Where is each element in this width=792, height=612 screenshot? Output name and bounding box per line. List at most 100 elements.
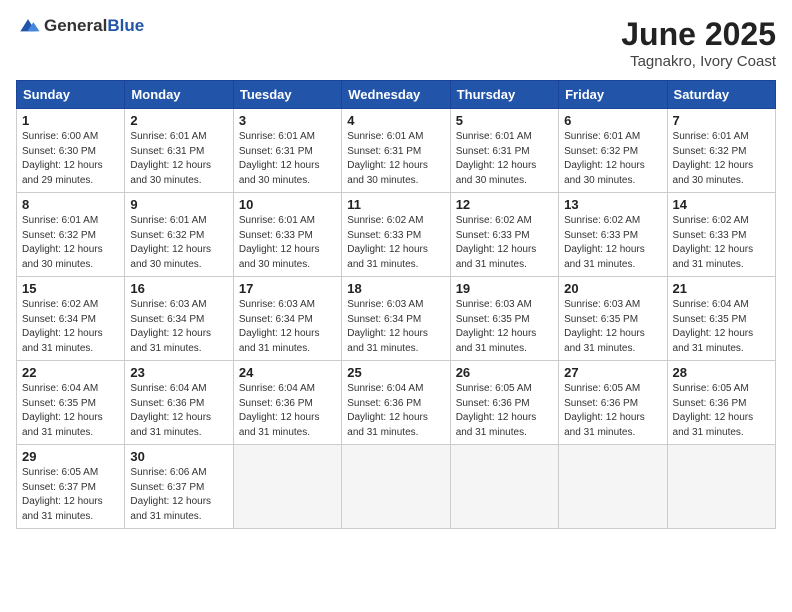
col-monday: Monday — [125, 81, 233, 109]
calendar-cell: 7 Sunrise: 6:01 AMSunset: 6:32 PMDaylight… — [667, 109, 775, 193]
day-info: Sunrise: 6:05 AMSunset: 6:37 PMDaylight:… — [22, 466, 119, 524]
calendar-cell: 8 Sunrise: 6:01 AMSunset: 6:32 PMDaylight… — [17, 193, 125, 277]
day-number: 16 — [130, 281, 227, 296]
calendar-row-1: 1 Sunrise: 6:00 AMSunset: 6:30 PMDaylight… — [17, 109, 776, 193]
day-info: Sunrise: 6:01 AMSunset: 6:32 PMDaylight:… — [673, 130, 770, 188]
day-number: 21 — [673, 281, 770, 296]
day-number: 20 — [564, 281, 661, 296]
calendar-cell: 25 Sunrise: 6:04 AMSunset: 6:36 PMDayligh… — [342, 361, 450, 445]
calendar-cell: 1 Sunrise: 6:00 AMSunset: 6:30 PMDaylight… — [17, 109, 125, 193]
day-number: 24 — [239, 365, 336, 380]
calendar-cell — [450, 445, 558, 529]
logo-blue: Blue — [107, 16, 144, 35]
day-info: Sunrise: 6:01 AMSunset: 6:31 PMDaylight:… — [239, 130, 336, 188]
calendar-cell — [342, 445, 450, 529]
day-info: Sunrise: 6:04 AMSunset: 6:36 PMDaylight:… — [239, 382, 336, 440]
day-info: Sunrise: 6:02 AMSunset: 6:34 PMDaylight:… — [22, 298, 119, 356]
calendar-cell: 28 Sunrise: 6:05 AMSunset: 6:36 PMDayligh… — [667, 361, 775, 445]
day-number: 8 — [22, 197, 119, 212]
calendar-cell: 9 Sunrise: 6:01 AMSunset: 6:32 PMDaylight… — [125, 193, 233, 277]
day-number: 29 — [22, 449, 119, 464]
calendar-cell: 11 Sunrise: 6:02 AMSunset: 6:33 PMDayligh… — [342, 193, 450, 277]
calendar-cell: 17 Sunrise: 6:03 AMSunset: 6:34 PMDayligh… — [233, 277, 341, 361]
day-info: Sunrise: 6:03 AMSunset: 6:34 PMDaylight:… — [239, 298, 336, 356]
day-info: Sunrise: 6:05 AMSunset: 6:36 PMDaylight:… — [673, 382, 770, 440]
page-header: GeneralBlue June 2025 Tagnakro, Ivory Co… — [16, 16, 776, 70]
calendar-cell: 27 Sunrise: 6:05 AMSunset: 6:36 PMDayligh… — [559, 361, 667, 445]
title-area: June 2025 Tagnakro, Ivory Coast — [621, 16, 776, 70]
calendar-cell: 16 Sunrise: 6:03 AMSunset: 6:34 PMDayligh… — [125, 277, 233, 361]
day-number: 10 — [239, 197, 336, 212]
col-thursday: Thursday — [450, 81, 558, 109]
calendar-cell — [233, 445, 341, 529]
day-info: Sunrise: 6:02 AMSunset: 6:33 PMDaylight:… — [673, 214, 770, 272]
day-info: Sunrise: 6:03 AMSunset: 6:35 PMDaylight:… — [456, 298, 553, 356]
day-info: Sunrise: 6:04 AMSunset: 6:35 PMDaylight:… — [22, 382, 119, 440]
col-wednesday: Wednesday — [342, 81, 450, 109]
calendar-table: Sunday Monday Tuesday Wednesday Thursday… — [16, 80, 776, 529]
day-info: Sunrise: 6:05 AMSunset: 6:36 PMDaylight:… — [564, 382, 661, 440]
calendar-cell: 23 Sunrise: 6:04 AMSunset: 6:36 PMDayligh… — [125, 361, 233, 445]
day-number: 1 — [22, 113, 119, 128]
day-number: 19 — [456, 281, 553, 296]
logo-icon — [16, 16, 40, 36]
calendar-cell — [559, 445, 667, 529]
day-info: Sunrise: 6:02 AMSunset: 6:33 PMDaylight:… — [347, 214, 444, 272]
day-number: 9 — [130, 197, 227, 212]
day-number: 28 — [673, 365, 770, 380]
day-info: Sunrise: 6:06 AMSunset: 6:37 PMDaylight:… — [130, 466, 227, 524]
day-number: 26 — [456, 365, 553, 380]
calendar-cell: 22 Sunrise: 6:04 AMSunset: 6:35 PMDayligh… — [17, 361, 125, 445]
calendar-row-2: 8 Sunrise: 6:01 AMSunset: 6:32 PMDaylight… — [17, 193, 776, 277]
day-number: 12 — [456, 197, 553, 212]
day-info: Sunrise: 6:01 AMSunset: 6:32 PMDaylight:… — [130, 214, 227, 272]
calendar-cell: 5Sunrise: 6:01 AMSunset: 6:31 PMDaylight… — [450, 109, 558, 193]
col-saturday: Saturday — [667, 81, 775, 109]
calendar-row-5: 29 Sunrise: 6:05 AMSunset: 6:37 PMDayligh… — [17, 445, 776, 529]
day-info: Sunrise: 6:05 AMSunset: 6:36 PMDaylight:… — [456, 382, 553, 440]
calendar-cell: 30 Sunrise: 6:06 AMSunset: 6:37 PMDayligh… — [125, 445, 233, 529]
calendar-cell: 13Sunrise: 6:02 AMSunset: 6:33 PMDayligh… — [559, 193, 667, 277]
logo: GeneralBlue — [16, 16, 144, 36]
location-title: Tagnakro, Ivory Coast — [621, 53, 776, 70]
calendar-cell: 14 Sunrise: 6:02 AMSunset: 6:33 PMDayligh… — [667, 193, 775, 277]
col-friday: Friday — [559, 81, 667, 109]
day-number: 2 — [130, 113, 227, 128]
day-number: 23 — [130, 365, 227, 380]
calendar-cell — [667, 445, 775, 529]
calendar-cell: 26 Sunrise: 6:05 AMSunset: 6:36 PMDayligh… — [450, 361, 558, 445]
day-info: Sunrise: 6:01 AMSunset: 6:31 PMDaylight:… — [347, 130, 444, 188]
day-info: Sunrise: 6:01 AMSunset: 6:32 PMDaylight:… — [22, 214, 119, 272]
calendar-cell: 10 Sunrise: 6:01 AMSunset: 6:33 PMDayligh… — [233, 193, 341, 277]
day-number: 22 — [22, 365, 119, 380]
day-number: 18 — [347, 281, 444, 296]
logo-general: General — [44, 16, 107, 35]
calendar-cell: 2 Sunrise: 6:01 AMSunset: 6:31 PMDaylight… — [125, 109, 233, 193]
day-number: 11 — [347, 197, 444, 212]
calendar-cell: 18 Sunrise: 6:03 AMSunset: 6:34 PMDayligh… — [342, 277, 450, 361]
day-info: Sunrise: 6:04 AMSunset: 6:36 PMDaylight:… — [347, 382, 444, 440]
col-sunday: Sunday — [17, 81, 125, 109]
day-info: Sunrise: 6:03 AMSunset: 6:35 PMDaylight:… — [564, 298, 661, 356]
day-info: Sunrise: 6:01 AMSunset: 6:33 PMDaylight:… — [239, 214, 336, 272]
calendar-cell: 21 Sunrise: 6:04 AMSunset: 6:35 PMDayligh… — [667, 277, 775, 361]
calendar-row-3: 15 Sunrise: 6:02 AMSunset: 6:34 PMDayligh… — [17, 277, 776, 361]
day-number: 13 — [564, 197, 661, 212]
calendar-cell: 20 Sunrise: 6:03 AMSunset: 6:35 PMDayligh… — [559, 277, 667, 361]
day-info: Sunrise: 6:03 AMSunset: 6:34 PMDaylight:… — [130, 298, 227, 356]
day-info: Sunrise: 6:04 AMSunset: 6:35 PMDaylight:… — [673, 298, 770, 356]
day-info: Sunrise: 6:03 AMSunset: 6:34 PMDaylight:… — [347, 298, 444, 356]
day-info: Sunrise: 6:01 AMSunset: 6:31 PMDaylight:… — [130, 130, 227, 188]
day-info: Sunrise: 6:04 AMSunset: 6:36 PMDaylight:… — [130, 382, 227, 440]
day-number: 15 — [22, 281, 119, 296]
day-number: 27 — [564, 365, 661, 380]
day-number: 14 — [673, 197, 770, 212]
day-number: 17 — [239, 281, 336, 296]
day-number: 6 — [564, 113, 661, 128]
day-number: 25 — [347, 365, 444, 380]
day-number: 7 — [673, 113, 770, 128]
day-number: 4 — [347, 113, 444, 128]
day-info: Sunrise: 6:00 AMSunset: 6:30 PMDaylight:… — [22, 130, 119, 188]
day-number: 30 — [130, 449, 227, 464]
calendar-cell: 12Sunrise: 6:02 AMSunset: 6:33 PMDayligh… — [450, 193, 558, 277]
